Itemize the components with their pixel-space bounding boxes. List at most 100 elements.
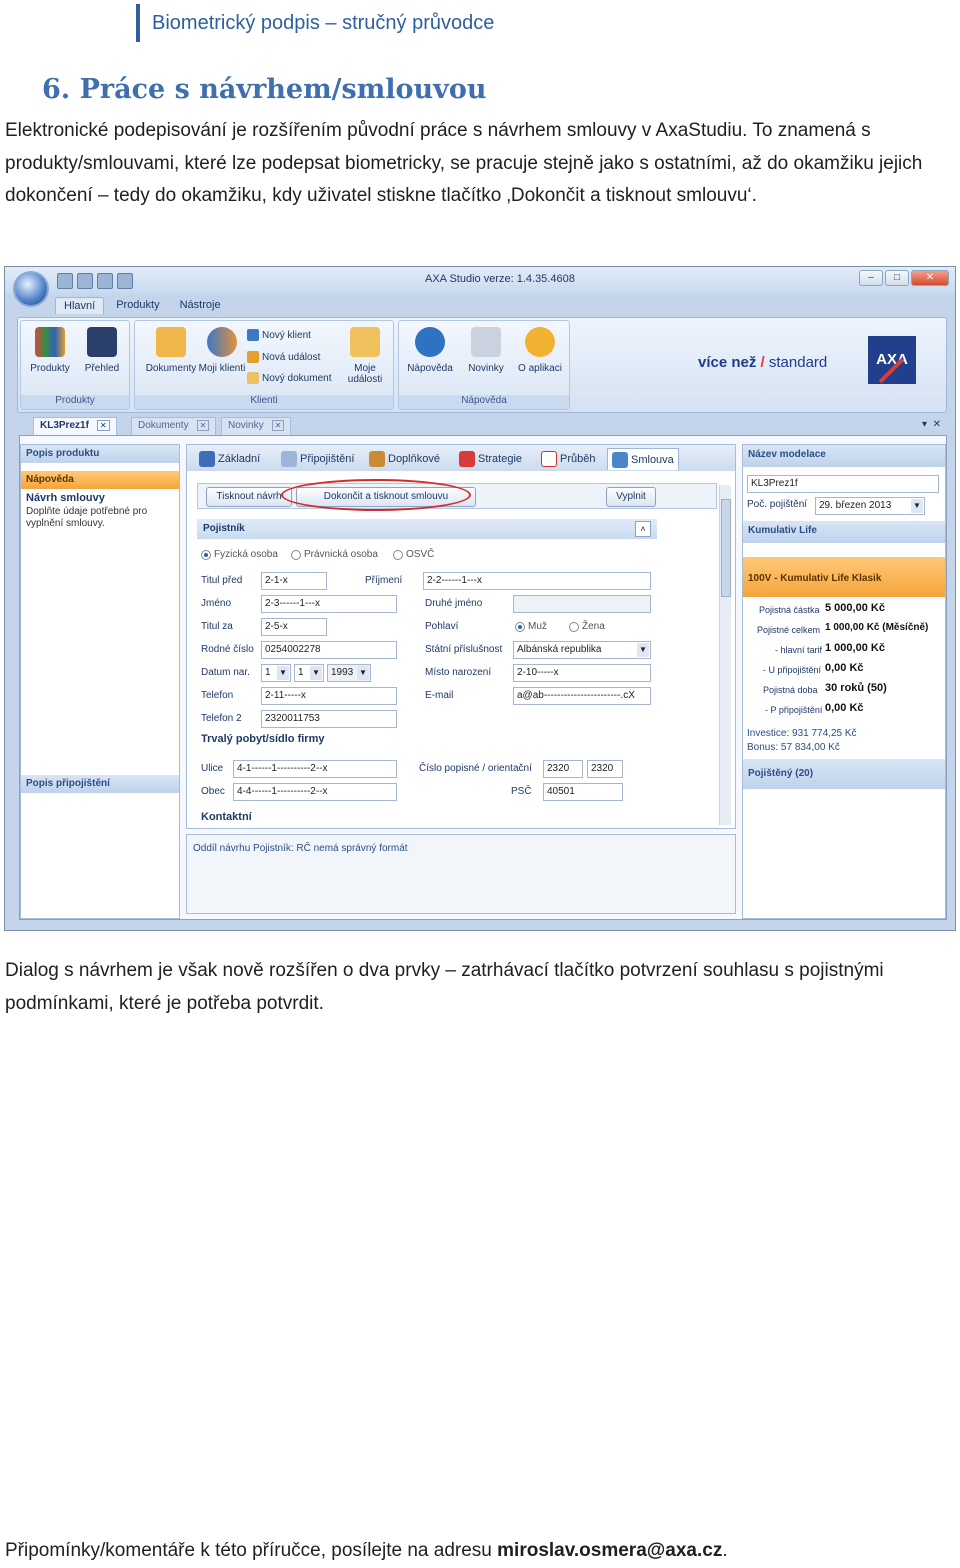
doc-tab-novinky[interactable]: Novinky ✕ — [221, 417, 292, 435]
mesic-select[interactable]: 1 ▼ — [294, 664, 324, 682]
tab-doplnkove[interactable]: Doplňkové — [365, 448, 444, 470]
radio-pravnicka-osoba[interactable]: Právnická osoba — [291, 549, 378, 560]
scroll-thumb[interactable] — [721, 499, 731, 597]
novinky-button[interactable]: Novinky — [459, 327, 513, 374]
psc-input[interactable]: 40501 — [543, 783, 623, 801]
produkty-button[interactable]: Produkty — [23, 327, 77, 374]
moji-klienti-button[interactable]: Moji klienti — [197, 327, 247, 374]
trvaly-pobyt-title: Trvalý pobyt/sídlo firmy — [201, 733, 325, 745]
highlight-oval — [281, 479, 471, 511]
telefon-2-input[interactable]: 2320011753 — [261, 710, 397, 728]
app-screenshot: AXA Studio verze: 1.4.35.4608 – □ ✕ Hlavní… — [4, 266, 956, 931]
print-icon[interactable] — [117, 273, 133, 289]
misto-narozeni-input[interactable]: 2-10-----x — [513, 664, 651, 682]
minimize-button[interactable]: – — [859, 270, 883, 286]
druhe-jmeno-input[interactable] — [513, 595, 651, 613]
close-tab-icon[interactable]: ✕ — [196, 420, 210, 431]
den-select[interactable]: 1 ▼ — [261, 664, 291, 682]
close-tab-icon[interactable]: ✕ — [271, 420, 285, 431]
cube-icon — [459, 451, 475, 467]
vyplnit-button[interactable]: Vyplnit — [606, 487, 656, 507]
prijmeni-input[interactable]: 2-2------1---x — [423, 572, 651, 590]
chevron-down-icon: ▼ — [310, 666, 322, 680]
prehled-button[interactable]: Přehled — [75, 327, 129, 374]
napoveda-header[interactable]: Nápověda — [21, 471, 179, 489]
email-input[interactable]: a@ab-----------------------.cX — [513, 687, 651, 705]
collapse-icon[interactable]: ˄ — [635, 521, 651, 537]
pojisteny-header[interactable]: Pojištěný (20) — [743, 759, 945, 789]
footer: Připomínky/komentáře k této příručce, po… — [5, 1540, 728, 1561]
jmeno-input[interactable]: 2-3------1---x — [261, 595, 397, 613]
investice-text: Investice: 931 774,25 Kč — [747, 728, 857, 739]
edit-icon[interactable] — [97, 273, 113, 289]
doc-tab-dokumenty[interactable]: Dokumenty ✕ — [131, 417, 217, 435]
poc-pojisteni-select[interactable]: 29. březen 2013 ▼ — [815, 497, 925, 515]
film-icon — [87, 327, 117, 357]
tab-prubeh[interactable]: Průběh — [537, 448, 599, 470]
ribbon-tabs: Hlavní Produkty Nástroje — [55, 297, 229, 314]
ribbon-tab-produkty[interactable]: Produkty — [108, 297, 167, 314]
tab-pripojisteni[interactable]: Připojištění — [277, 448, 358, 470]
ribbon-tab-hlavni[interactable]: Hlavní — [55, 297, 105, 314]
ribbon-tab-nastroje[interactable]: Nástroje — [172, 297, 229, 314]
ulice-input[interactable]: 4-1------1----------2--x — [233, 760, 397, 778]
tab-smlouva[interactable]: Smlouva — [607, 448, 679, 470]
statni-prislusnost-select[interactable]: Albánská republika ▼ — [513, 641, 651, 659]
label-telefon-2: Telefon 2 — [201, 713, 242, 724]
napoveda-button[interactable]: Nápověda — [403, 327, 457, 374]
window-controls: – □ ✕ — [859, 270, 949, 286]
popis-produktu-header[interactable]: Popis produktu — [21, 445, 179, 463]
telefon-input[interactable]: 2-11-----x — [261, 687, 397, 705]
maximize-button[interactable]: □ — [885, 270, 909, 286]
label-datum-nar: Datum nar. — [201, 667, 250, 678]
kumulativ-header[interactable]: Kumulativ Life — [743, 521, 945, 543]
nova-udalost-button[interactable]: Nová událost — [247, 351, 320, 363]
close-tab-icon[interactable]: ✕ — [96, 420, 110, 431]
titul-za-input[interactable]: 2-5-x — [261, 618, 327, 636]
rodne-cislo-input[interactable]: 0254002278 — [261, 641, 397, 659]
document-tabs: KL3Prez1f ✕ Dokumenty ✕ Novinky ✕ ▾ ✕ — [19, 417, 949, 435]
o-aplikaci-button[interactable]: O aplikaci — [513, 327, 567, 374]
vertical-scrollbar[interactable] — [719, 485, 731, 825]
quick-access-toolbar — [57, 273, 133, 289]
titul-pred-input[interactable]: 2-1-x — [261, 572, 327, 590]
save-icon[interactable] — [57, 273, 73, 289]
row-value: 5 000,00 Kč — [825, 602, 885, 614]
chevron-down-icon: ▼ — [277, 666, 289, 680]
novy-dokument-button[interactable]: Nový dokument — [247, 372, 331, 384]
tisknout-navrh-button[interactable]: Tisknout návrh — [206, 487, 292, 507]
user-add-icon — [247, 329, 259, 341]
rok-select[interactable]: 1993 ▼ — [327, 664, 371, 682]
disk-icon[interactable] — [77, 273, 93, 289]
close-button[interactable]: ✕ — [911, 270, 949, 286]
doc-tab-kl3prez1f[interactable]: KL3Prez1f ✕ — [33, 417, 117, 435]
tab-strategie[interactable]: Strategie — [455, 448, 526, 470]
label-prijmeni: Příjmení — [365, 575, 403, 586]
moje-udalosti-button[interactable]: Moje události — [339, 327, 391, 385]
right-panel: Název modelace KL3Prez1f Poč. pojištění … — [742, 444, 946, 919]
label-poc-pojisteni: Poč. pojištění — [747, 499, 808, 510]
app-menu-orb[interactable] — [13, 271, 49, 307]
help-icon — [415, 327, 445, 357]
radio-osvc[interactable]: OSVČ — [393, 549, 434, 560]
dokumenty-button[interactable]: Dokumenty — [139, 327, 203, 374]
novy-klient-button[interactable]: Nový klient — [247, 329, 311, 341]
cislo-popisne-input[interactable]: 2320 — [543, 760, 583, 778]
tab-controls[interactable]: ▾ ✕ — [922, 419, 941, 430]
tab-zakladni[interactable]: Základní — [195, 448, 264, 470]
email-link[interactable]: miroslav.osmera@axa.cz — [497, 1540, 722, 1561]
label-titul-pred: Titul před — [201, 575, 243, 586]
obec-input[interactable]: 4-4------1----------2--x — [233, 783, 397, 801]
document-icon — [247, 372, 259, 384]
nazev-modelace-input[interactable]: KL3Prez1f — [747, 475, 939, 493]
product-header[interactable]: 100V - Kumulativ Life Klasik — [743, 557, 945, 597]
radio-muz[interactable]: Muž — [515, 621, 547, 632]
radio-fyzicka-osoba[interactable]: Fyzická osoba — [201, 549, 278, 560]
list-icon — [199, 451, 215, 467]
window-title: AXA Studio verze: 1.4.35.4608 — [425, 273, 575, 285]
section-heading: 6. Práce s návrhem/smlouvou — [42, 74, 487, 105]
radio-zena[interactable]: Žena — [569, 621, 605, 632]
cislo-orientacni-input[interactable]: 2320 — [587, 760, 623, 778]
popis-pripojisteni-header[interactable]: Popis připojištění — [21, 775, 179, 793]
label-obec: Obec — [201, 786, 225, 797]
